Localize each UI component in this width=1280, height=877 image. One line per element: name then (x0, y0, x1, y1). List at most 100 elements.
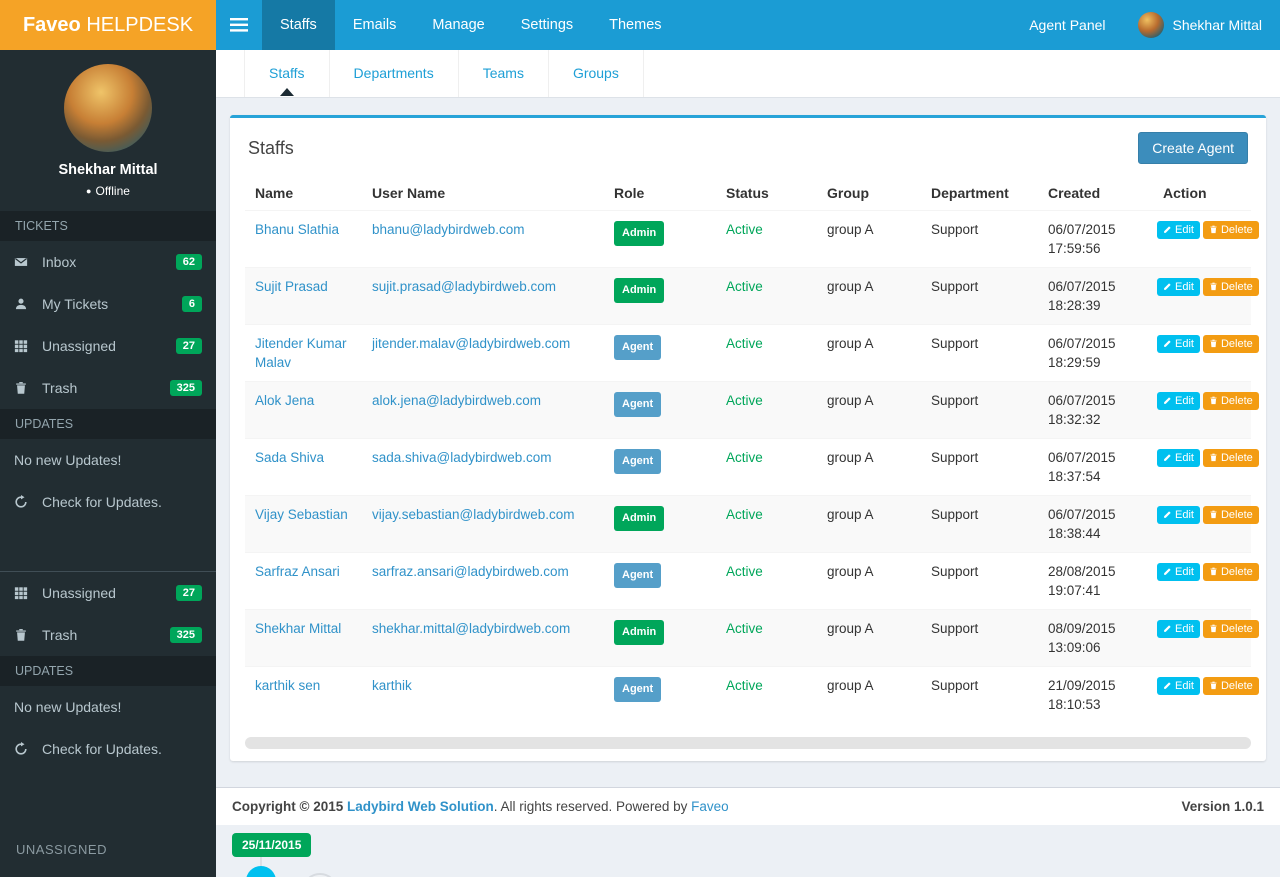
staff-username-link[interactable]: sujit.prasad@ladybirdweb.com (372, 279, 556, 294)
staff-name-link[interactable]: karthik sen (255, 678, 320, 693)
department-text: Support (931, 507, 979, 522)
sidebar-toggle-button[interactable] (216, 0, 262, 50)
edit-button[interactable]: Edit (1157, 277, 1200, 296)
pencil-icon (1164, 568, 1171, 575)
my-tickets-count-badge: 6 (181, 296, 202, 312)
horizontal-scrollbar[interactable] (245, 737, 1251, 749)
tab-departments[interactable]: Departments (330, 50, 459, 97)
staff-username-link[interactable]: shekhar.mittal@ladybirdweb.com (372, 621, 570, 636)
powered-by-link[interactable]: Faveo (691, 799, 729, 814)
group-text: group A (827, 621, 874, 636)
edit-button[interactable]: Edit (1157, 619, 1200, 638)
edit-button[interactable]: Edit (1157, 391, 1200, 410)
created-date: 06/07/2015 (1048, 222, 1116, 237)
department-text: Support (931, 450, 979, 465)
department-text: Support (931, 222, 979, 237)
staff-username-link[interactable]: vijay.sebastian@ladybirdweb.com (372, 507, 575, 522)
edit-button[interactable]: Edit (1157, 220, 1200, 239)
nav-item-themes[interactable]: Themes (591, 0, 679, 50)
created-date: 06/07/2015 (1048, 393, 1116, 408)
sidebar-item-check-updates[interactable]: Check for Updates. (0, 481, 216, 523)
sidebar-item-trash[interactable]: Trash 325 (0, 367, 216, 409)
staff-username-link[interactable]: bhanu@ladybirdweb.com (372, 222, 525, 237)
group-text: group A (827, 279, 874, 294)
table-row: Sarfraz Ansari sarfraz.ansari@ladybirdwe… (245, 552, 1259, 610)
department-text: Support (931, 564, 979, 579)
sidebar-unassigned-label: UNASSIGNED (16, 842, 107, 857)
delete-button[interactable]: Delete (1202, 220, 1259, 239)
tab-staffs[interactable]: Staffs (244, 50, 330, 97)
created-time: 17:59:56 (1048, 241, 1101, 256)
nav-item-emails[interactable]: Emails (335, 0, 415, 50)
user-name: Shekhar Mittal (1172, 17, 1262, 33)
user-menu[interactable]: Shekhar Mittal (1126, 0, 1280, 50)
edit-button[interactable]: Edit (1157, 505, 1200, 524)
delete-button[interactable]: Delete (1202, 619, 1259, 638)
delete-button[interactable]: Delete (1202, 277, 1259, 296)
created-time: 18:10:53 (1048, 697, 1101, 712)
group-text: group A (827, 450, 874, 465)
staff-name-link[interactable]: Bhanu Slathia (255, 222, 339, 237)
role-badge: Agent (614, 335, 662, 360)
profile-status: ● Offline (0, 184, 216, 198)
staffs-panel: Staffs Create Agent Name User Name Role … (230, 115, 1266, 761)
created-date: 06/07/2015 (1048, 336, 1116, 351)
sidebar-item-my-tickets[interactable]: My Tickets 6 (0, 283, 216, 325)
edit-button[interactable]: Edit (1157, 562, 1200, 581)
status-dot-icon: ● (86, 186, 92, 196)
staff-name-link[interactable]: Sada Shiva (255, 450, 324, 465)
grid-icon (14, 586, 38, 600)
brand-name: Faveo (22, 14, 81, 36)
table-header-row: Name User Name Role Status Group Departm… (245, 176, 1251, 211)
version-text: Version 1.0.1 (1181, 799, 1264, 814)
created-time: 18:37:54 (1048, 469, 1101, 484)
app-logo[interactable]: Faveo HELPDESK (0, 0, 216, 50)
delete-button[interactable]: Delete (1202, 505, 1259, 524)
staff-username-link[interactable]: jitender.malav@ladybirdweb.com (372, 336, 570, 351)
staff-name-link[interactable]: Sujit Prasad (255, 279, 328, 294)
nav-item-settings[interactable]: Settings (503, 0, 591, 50)
delete-button[interactable]: Delete (1202, 562, 1259, 581)
edit-button[interactable]: Edit (1157, 334, 1200, 353)
role-badge: Agent (614, 677, 662, 702)
delete-button[interactable]: Delete (1202, 391, 1259, 410)
staff-username-link[interactable]: sada.shiva@ladybirdweb.com (372, 450, 552, 465)
profile-avatar[interactable] (64, 64, 152, 152)
sidebar-item-trash-2[interactable]: Trash 325 (0, 614, 216, 656)
staff-name-link[interactable]: Shekhar Mittal (255, 621, 341, 636)
navbar-right: Agent Panel Shekhar Mittal (1009, 0, 1280, 50)
create-agent-button[interactable]: Create Agent (1138, 132, 1248, 164)
delete-button[interactable]: Delete (1202, 334, 1259, 353)
sidebar-item-inbox[interactable]: Inbox 62 (0, 241, 216, 283)
sidebar-item-label: Trash (42, 380, 78, 396)
staff-username-link[interactable]: karthik (372, 678, 412, 693)
tab-teams[interactable]: Teams (459, 50, 549, 97)
edit-button[interactable]: Edit (1157, 676, 1200, 695)
sidebar-item-check-updates-2[interactable]: Check for Updates. (0, 728, 216, 770)
role-badge: Agent (614, 563, 662, 588)
staff-username-link[interactable]: sarfraz.ansari@ladybirdweb.com (372, 564, 569, 579)
edit-button[interactable]: Edit (1157, 448, 1200, 467)
sidebar-item-unassigned-2[interactable]: Unassigned 27 (0, 572, 216, 614)
rights-text: . All rights reserved. Powered by (493, 799, 688, 814)
staff-username-link[interactable]: alok.jena@ladybirdweb.com (372, 393, 541, 408)
staff-name-link[interactable]: Alok Jena (255, 393, 314, 408)
col-header-created: Created (1038, 176, 1153, 211)
sidebar-item-unassigned[interactable]: Unassigned 27 (0, 325, 216, 367)
pencil-icon (1164, 454, 1171, 461)
staff-name-link[interactable]: Sarfraz Ansari (255, 564, 340, 579)
sidebar-item-label: My Tickets (42, 296, 109, 312)
nav-item-staffs[interactable]: Staffs (262, 0, 335, 50)
staff-name-link[interactable]: Jitender Kumar Malav (255, 336, 347, 370)
agent-panel-link[interactable]: Agent Panel (1009, 0, 1125, 50)
delete-button[interactable]: Delete (1202, 448, 1259, 467)
sidebar-item-label: Inbox (42, 254, 77, 270)
status-text: Active (726, 621, 763, 636)
nav-item-manage[interactable]: Manage (414, 0, 502, 50)
status-text: Active (726, 336, 763, 351)
company-link[interactable]: Ladybird Web Solution (347, 799, 494, 814)
delete-button[interactable]: Delete (1202, 676, 1259, 695)
staff-name-link[interactable]: Vijay Sebastian (255, 507, 348, 522)
tab-groups[interactable]: Groups (549, 50, 644, 97)
created-date: 06/07/2015 (1048, 450, 1116, 465)
